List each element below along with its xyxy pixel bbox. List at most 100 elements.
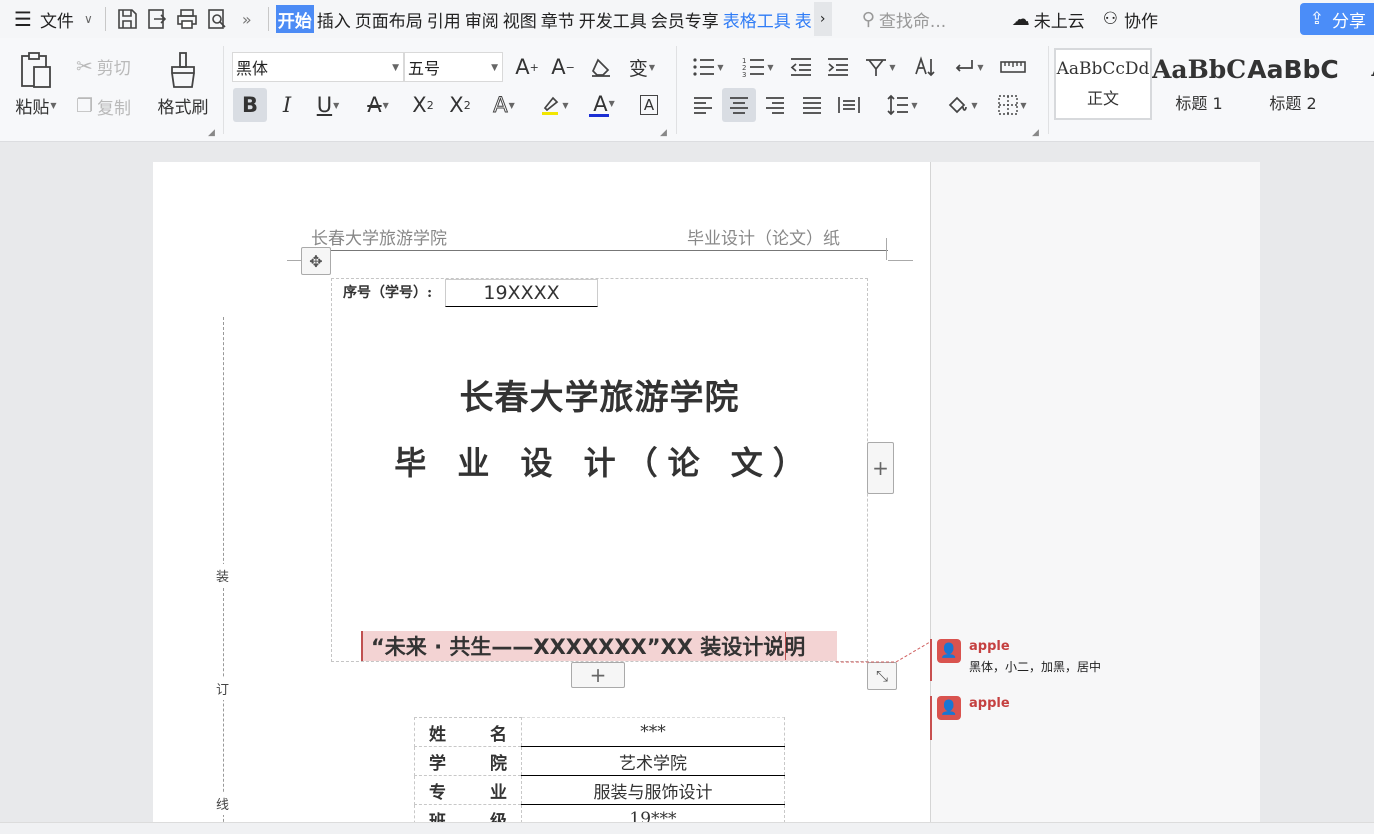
align-right-icon[interactable]: [758, 88, 792, 122]
tab-8[interactable]: 会员专享: [650, 5, 720, 33]
thesis-title[interactable]: 毕 业 设 计（论 文）: [331, 438, 868, 484]
tab-6[interactable]: 章节: [540, 5, 576, 33]
superscript-icon[interactable]: X2: [406, 88, 440, 122]
info-key-cell[interactable]: 姓名: [414, 717, 522, 747]
table-row: 姓名 ***: [414, 717, 785, 747]
comment-card[interactable]: 👤 apple: [930, 696, 1010, 740]
print-preview-icon[interactable]: [202, 4, 232, 34]
dialog-launcher-icon[interactable]: ◢: [208, 128, 215, 138]
comment-card[interactable]: 👤 apple 黑体，小二，加黑，居中: [930, 639, 1101, 681]
tabs-scroll-right-icon[interactable]: ›: [813, 2, 832, 36]
school-title[interactable]: 长春大学旅游学院: [331, 370, 868, 419]
file-menu[interactable]: ☰ 文件 ∨: [0, 0, 99, 38]
shading-icon[interactable]: ▼: [940, 88, 984, 122]
style-0[interactable]: AaBbCcDd 正文: [1054, 48, 1152, 120]
style-name: 标题 1: [1175, 93, 1223, 113]
style-2[interactable]: AaBbC 标题 2: [1246, 48, 1340, 120]
line-spacing-icon[interactable]: ▼: [880, 88, 924, 122]
bold-icon[interactable]: B: [233, 88, 267, 122]
add-user-icon: ⚇: [1102, 9, 1118, 29]
tab-7[interactable]: 开发工具: [578, 5, 648, 33]
font-color-icon[interactable]: A ▼: [582, 88, 626, 122]
bullets-icon[interactable]: ▼: [686, 50, 730, 84]
cloud-status[interactable]: ☁ 未上云: [1012, 7, 1085, 32]
ruler-icon[interactable]: [996, 50, 1030, 84]
print-icon[interactable]: [172, 4, 202, 34]
dialog-launcher-icon[interactable]: ◢: [1032, 128, 1039, 138]
tab-1[interactable]: 插入: [316, 5, 352, 33]
numbering-icon[interactable]: 1 2 3 ▼: [736, 50, 780, 84]
info-key: 学院: [429, 749, 507, 774]
format-painter-button[interactable]: 格式刷: [152, 48, 214, 120]
info-value-cell[interactable]: 艺术学院: [521, 746, 785, 776]
increase-indent-icon[interactable]: [821, 50, 855, 84]
paste-button[interactable]: 粘贴 ▼: [8, 48, 64, 120]
subscript-icon[interactable]: X2: [443, 88, 477, 122]
cloud-status-label: 未上云: [1033, 11, 1085, 32]
distributed-icon[interactable]: [832, 88, 866, 122]
char-border-icon[interactable]: A: [632, 88, 666, 122]
serial-value[interactable]: 19XXXX: [445, 279, 598, 307]
collab-button[interactable]: ⚇ 协作: [1103, 7, 1158, 32]
tab-9[interactable]: 表格工具: [722, 5, 792, 33]
save-icon[interactable]: [112, 4, 142, 34]
table-row: 学院艺术学院: [414, 746, 785, 776]
export-pdf-icon[interactable]: [142, 4, 172, 34]
search-command[interactable]: ⚲ 查找命...: [862, 7, 1012, 32]
font-name-select[interactable]: 黑体 ▼: [232, 52, 404, 82]
align-left-icon[interactable]: [686, 88, 720, 122]
design-subtitle-text: “未来 · 共生——XXXXXXX”XX 装设计说明: [371, 635, 806, 659]
shrink-font-icon[interactable]: A −: [546, 50, 580, 84]
header-left: 长春大学旅游学院: [311, 229, 447, 249]
dialog-launcher-icon[interactable]: ◢: [660, 128, 667, 138]
info-key-cell[interactable]: 专业: [414, 775, 522, 805]
font-size-select[interactable]: 五号 ▼: [404, 52, 503, 82]
cut-button[interactable]: ✂ 剪切: [76, 52, 131, 80]
info-key-cell[interactable]: 学院: [414, 746, 522, 776]
tab-0[interactable]: 开始: [275, 5, 314, 33]
binding-char: 线: [216, 792, 230, 815]
tab-10[interactable]: 表: [794, 5, 813, 33]
add-row-button[interactable]: +: [571, 662, 625, 688]
italic-icon[interactable]: I: [270, 88, 304, 122]
clear-format-icon[interactable]: [584, 50, 618, 84]
tab-4[interactable]: 审阅: [464, 5, 500, 33]
file-menu-label: 文件: [39, 11, 74, 32]
highlight-icon[interactable]: ▼: [532, 88, 576, 122]
divider: [223, 46, 224, 134]
document-page[interactable]: 长春大学旅游学院 毕业设计（论文）纸 装 订 线 ✥ 序号（学号）: 19XXX…: [153, 162, 930, 834]
divider: [267, 7, 269, 31]
chinese-layout-icon[interactable]: ▼: [858, 50, 902, 84]
status-bar: [0, 822, 1374, 834]
binding-char: 订: [216, 677, 230, 700]
tab-3[interactable]: 引用: [426, 5, 462, 33]
info-value-cell[interactable]: 服装与服饰设计: [521, 775, 785, 805]
add-column-button[interactable]: +: [867, 442, 894, 494]
brush-icon: [171, 51, 195, 88]
decrease-indent-icon[interactable]: [784, 50, 818, 84]
style-3[interactable]: Aa标: [1340, 48, 1374, 120]
show-marks-icon[interactable]: ▼: [946, 50, 990, 84]
header-rule: [308, 250, 888, 251]
sort-icon[interactable]: [908, 50, 942, 84]
copy-button[interactable]: ❐ 复制: [76, 92, 131, 120]
info-key: 专业: [429, 778, 507, 803]
underline-icon[interactable]: U ▼: [306, 88, 350, 122]
table-move-handle-icon[interactable]: ✥: [301, 247, 331, 275]
more-icon[interactable]: »: [232, 4, 262, 34]
justify-icon[interactable]: [795, 88, 829, 122]
strikethrough-icon[interactable]: A ▼: [356, 88, 400, 122]
font-name-value: 黑体: [236, 59, 269, 78]
info-value-cell[interactable]: ***: [521, 717, 785, 747]
design-subtitle[interactable]: “未来 · 共生——XXXXXXX”XX 装设计说明: [361, 631, 837, 661]
format-painter-label: 格式刷: [157, 97, 209, 118]
grow-font-icon[interactable]: A +: [510, 50, 544, 84]
borders-icon[interactable]: ▼: [990, 88, 1034, 122]
tab-2[interactable]: 页面布局: [354, 5, 424, 33]
align-center-icon[interactable]: [722, 88, 756, 122]
phonetic-guide-icon[interactable]: 变 ▼: [620, 50, 664, 84]
share-button[interactable]: ⇪ 分享: [1299, 3, 1374, 35]
tab-5[interactable]: 视图: [502, 5, 538, 33]
text-effect-icon[interactable]: A ▼: [482, 88, 526, 122]
style-1[interactable]: AaBbC 标题 1: [1152, 48, 1246, 120]
